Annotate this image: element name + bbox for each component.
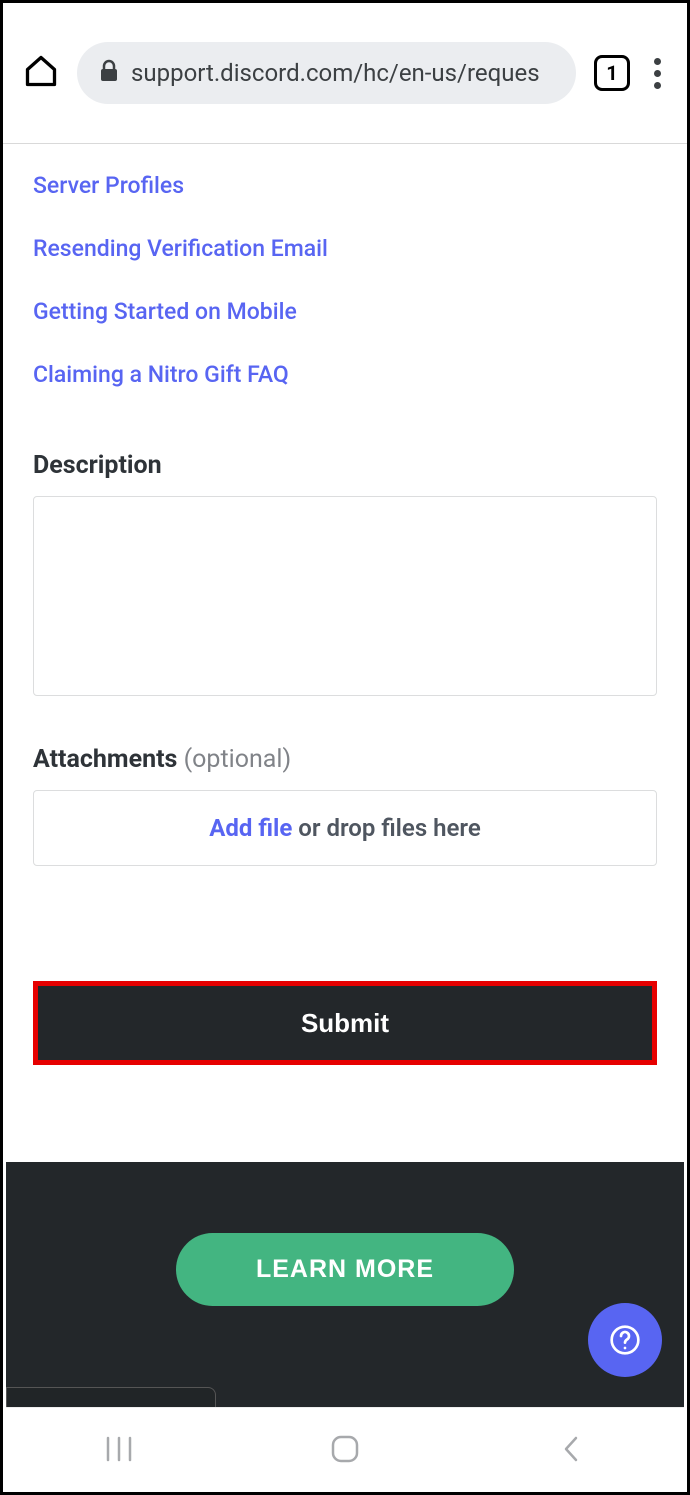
help-fab[interactable] [588, 1303, 662, 1377]
url-text: support.discord.com/hc/en-us/reques [131, 59, 540, 87]
attachments-dropzone[interactable]: Add file or drop files here [33, 790, 657, 866]
suggestion-link[interactable]: Getting Started on Mobile [33, 280, 657, 343]
submit-highlight: Submit [33, 981, 657, 1065]
more-menu-icon[interactable] [648, 58, 667, 89]
suggestion-link[interactable]: Resending Verification Email [33, 217, 657, 280]
back-button[interactable] [541, 1419, 601, 1479]
page-footer: LEARN MORE [6, 1162, 684, 1407]
drop-hint: or drop files here [298, 814, 480, 842]
recents-button[interactable] [89, 1419, 149, 1479]
system-nav-bar [6, 1407, 684, 1489]
suggestion-link[interactable]: Server Profiles [33, 154, 657, 217]
description-input[interactable] [33, 496, 657, 696]
page-content: Server Profiles Resending Verification E… [3, 144, 687, 1095]
tab-switcher[interactable]: 1 [594, 55, 630, 91]
description-label: Description [33, 451, 657, 480]
home-button[interactable] [315, 1419, 375, 1479]
suggestion-link[interactable]: Claiming a Nitro Gift FAQ [33, 343, 657, 406]
address-bar[interactable]: support.discord.com/hc/en-us/reques [77, 42, 576, 104]
learn-more-button[interactable]: LEARN MORE [176, 1233, 514, 1306]
add-file-link[interactable]: Add file [209, 814, 292, 842]
home-icon[interactable] [23, 53, 59, 93]
submit-button[interactable]: Submit [38, 986, 652, 1060]
browser-toolbar: support.discord.com/hc/en-us/reques 1 [3, 3, 687, 143]
attachments-label: Attachments (optional) [33, 745, 657, 774]
scroll-overlay [6, 1387, 216, 1407]
lock-icon [99, 59, 119, 87]
